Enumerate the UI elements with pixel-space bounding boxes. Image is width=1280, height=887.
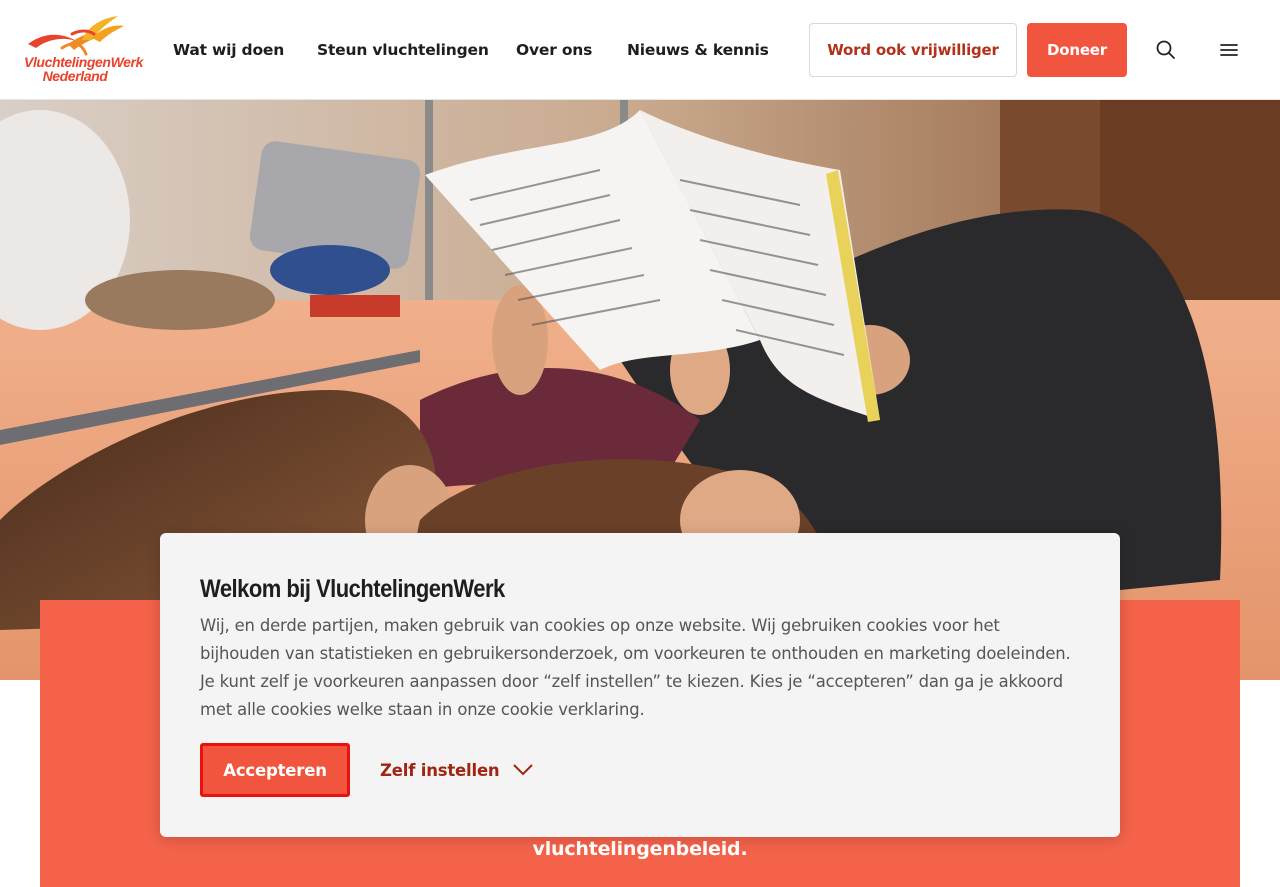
cookie-dialog-body: Wij, en derde partijen, maken gebruik va… bbox=[200, 616, 1071, 719]
volunteer-button[interactable]: Word ook vrijwilliger bbox=[809, 23, 1017, 77]
logo-bird-icon bbox=[28, 16, 124, 56]
accept-cookies-button[interactable]: Accepteren bbox=[200, 743, 350, 797]
search-icon[interactable] bbox=[1154, 38, 1178, 62]
chevron-down-icon bbox=[513, 764, 534, 776]
site-header: VluchtelingenWerk Nederland Wat wij doen… bbox=[0, 0, 1280, 100]
nav-item-steun-vluchtelingen[interactable]: Steun vluchtelingen bbox=[317, 41, 489, 59]
accept-cookies-label: Accepteren bbox=[223, 760, 327, 780]
nav-item-over-ons[interactable]: Over ons bbox=[516, 41, 592, 59]
nav-item-wat-wij-doen[interactable]: Wat wij doen bbox=[173, 41, 284, 59]
nav-item-nieuws-kennis[interactable]: Nieuws & kennis bbox=[627, 41, 769, 59]
cookie-settings-button[interactable]: Zelf instellen bbox=[380, 755, 534, 785]
logo-text-line1: VluchtelingenWerk bbox=[24, 54, 143, 70]
donate-button[interactable]: Doneer bbox=[1027, 23, 1127, 77]
cookie-consent-dialog: Welkom bij VluchtelingenWerk Wij, en der… bbox=[160, 533, 1120, 837]
cookie-dialog-title: Welkom bij VluchtelingenWerk bbox=[200, 575, 505, 603]
logo[interactable]: VluchtelingenWerk Nederland bbox=[22, 14, 143, 86]
hamburger-menu-icon[interactable] bbox=[1217, 38, 1241, 62]
highlight-card-text: vluchtelingenbeleid. bbox=[532, 838, 748, 860]
logo-text-line2: Nederland bbox=[42, 68, 108, 84]
cookie-settings-label: Zelf instellen bbox=[380, 760, 500, 780]
